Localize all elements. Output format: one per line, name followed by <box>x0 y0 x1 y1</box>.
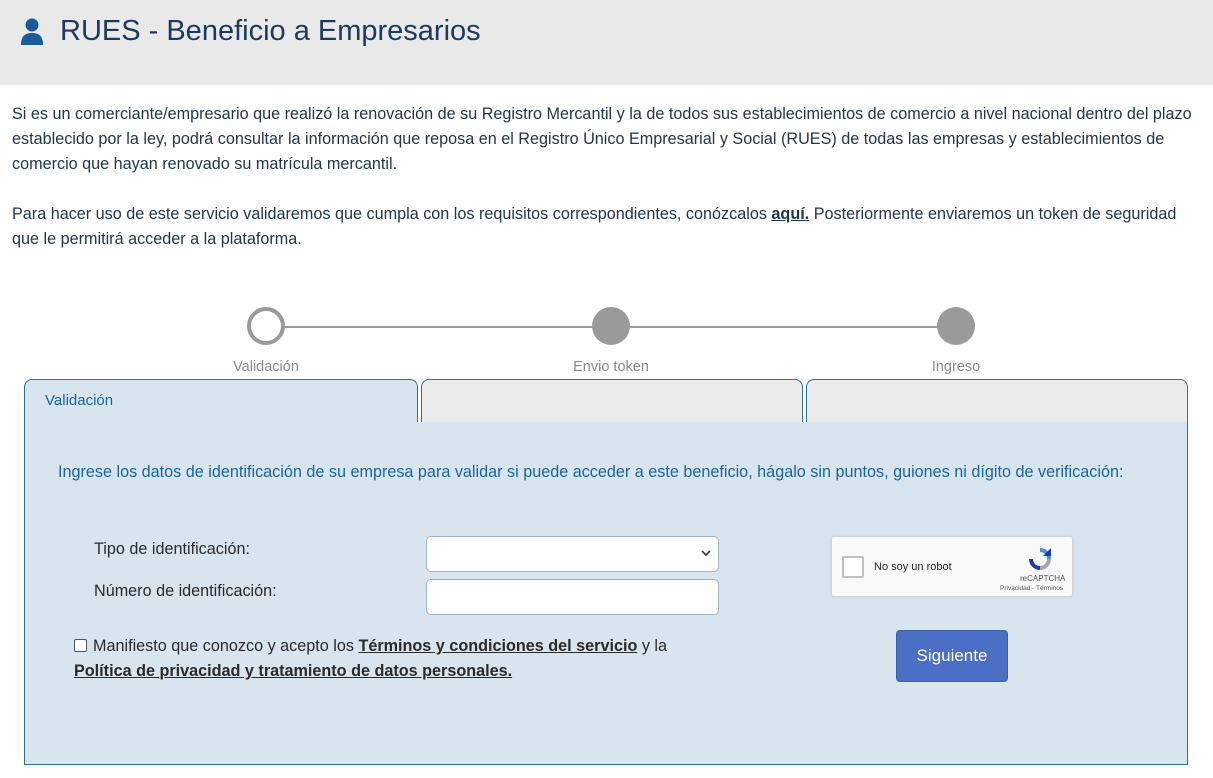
intro-paragraph-2-text: Para hacer uso de este servicio validare… <box>12 205 772 223</box>
form-instructions: Ingrese los datos de identificación de s… <box>58 463 1124 481</box>
intro-paragraph-2: Para hacer uso de este servicio validare… <box>12 202 1202 252</box>
page-header: RUES - Beneficio a Empresarios <box>0 0 1213 85</box>
validation-panel: Ingrese los datos de identificación de s… <box>24 422 1188 765</box>
recaptcha-privacy-link[interactable]: Privacidad <box>1000 585 1030 592</box>
tab-validacion[interactable]: Validación <box>24 379 418 423</box>
tab-envio-token[interactable] <box>421 379 803 423</box>
step-token-circle <box>592 307 630 345</box>
terms-text: Manifiesto que conozco y acepto los <box>93 637 359 655</box>
recaptcha-links: Privacidad - Términos <box>1000 585 1063 592</box>
id-type-label: Tipo de identificación: <box>94 540 250 558</box>
step-validation-label: Validación <box>233 359 299 375</box>
chevron-down-icon <box>701 550 711 557</box>
next-button[interactable]: Siguiente <box>896 630 1008 682</box>
id-type-select[interactable] <box>426 536 719 572</box>
intro-paragraph-1: Si es un comerciante/empresario que real… <box>12 105 1192 173</box>
recaptcha-terms-link[interactable]: Términos <box>1036 585 1063 592</box>
step-ingreso-label: Ingreso <box>931 359 981 375</box>
step-token-label: Envio token <box>573 359 649 375</box>
tab-ingreso[interactable] <box>806 379 1188 423</box>
terms-checkbox[interactable] <box>74 639 87 652</box>
requirements-link[interactable]: aquí. <box>771 205 809 223</box>
id-number-label: Número de identificación: <box>94 582 277 600</box>
id-number-input[interactable] <box>426 579 719 615</box>
privacy-policy-link[interactable]: Política de privacidad y tratamiento de … <box>74 662 512 680</box>
recaptcha-brand: reCAPTCHA <box>1020 574 1066 583</box>
recaptcha-label: No soy un robot <box>874 561 952 573</box>
terms-acceptance: Manifiesto que conozco y acepto los Térm… <box>74 634 774 684</box>
terms-link[interactable]: Términos y condiciones del servicio <box>358 637 637 655</box>
step-validation-circle <box>247 307 285 345</box>
recaptcha-widget: No soy un robot reCAPTCHA Privacidad - T… <box>831 536 1073 597</box>
recaptcha-checkbox[interactable] <box>842 556 864 578</box>
terms-text-middle: y la <box>637 637 668 655</box>
step-ingreso-circle <box>937 307 975 345</box>
page-title: RUES - Beneficio a Empresarios <box>60 15 481 47</box>
stepper-connector <box>284 326 594 328</box>
intro-text: Si es un comerciante/empresario que real… <box>12 102 1202 277</box>
tab-validacion-label: Validación <box>45 392 114 409</box>
user-icon <box>21 18 43 45</box>
stepper-connector <box>630 326 940 328</box>
recaptcha-logo-icon <box>1029 548 1051 570</box>
progress-stepper: Validación Envio token Ingreso <box>0 300 1213 380</box>
